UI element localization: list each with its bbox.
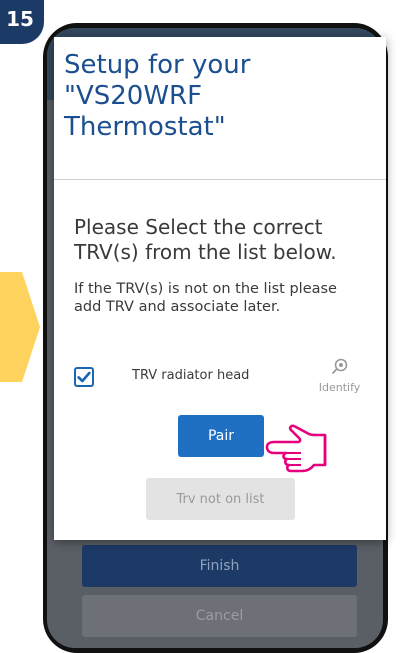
trv-list-item: TRV radiator head Identify (74, 357, 374, 401)
divider (54, 179, 386, 180)
checkmark-icon (77, 371, 91, 383)
note-line: add TRV and associate later. (74, 299, 281, 315)
setup-dialog: Setup for your "VS20WRF Thermostat" Plea… (54, 37, 386, 540)
title-line: Thermostat" (64, 112, 226, 142)
identify-button[interactable]: Identify (312, 357, 367, 401)
dialog-title: Setup for your "VS20WRF Thermostat" (64, 50, 374, 143)
eye-icon (331, 358, 347, 374)
step-number: 15 (6, 7, 34, 31)
trv-not-on-list-button[interactable]: Trv not on list (146, 478, 295, 520)
note-text: If the TRV(s) is not on the list please … (74, 280, 379, 316)
trv-label: TRV radiator head (132, 368, 250, 383)
instruction-text: Please Select the correct TRV(s) from th… (74, 215, 379, 265)
note-line: If the TRV(s) is not on the list please (74, 281, 337, 297)
pair-button[interactable]: Pair (178, 415, 264, 457)
title-line: Setup for your (64, 50, 251, 80)
arrow-icon (0, 272, 40, 382)
finish-button[interactable]: Finish (82, 545, 357, 587)
cancel-button[interactable]: Cancel (82, 595, 357, 637)
instruction-line: Please Select the correct (74, 215, 323, 239)
pointing-hand-icon (265, 424, 327, 473)
instruction-line: TRV(s) from the list below. (74, 240, 337, 264)
step-badge: 15 (0, 0, 44, 44)
title-line: "VS20WRF (64, 81, 203, 111)
identify-label: Identify (318, 381, 361, 394)
trv-checkbox[interactable] (74, 367, 94, 387)
